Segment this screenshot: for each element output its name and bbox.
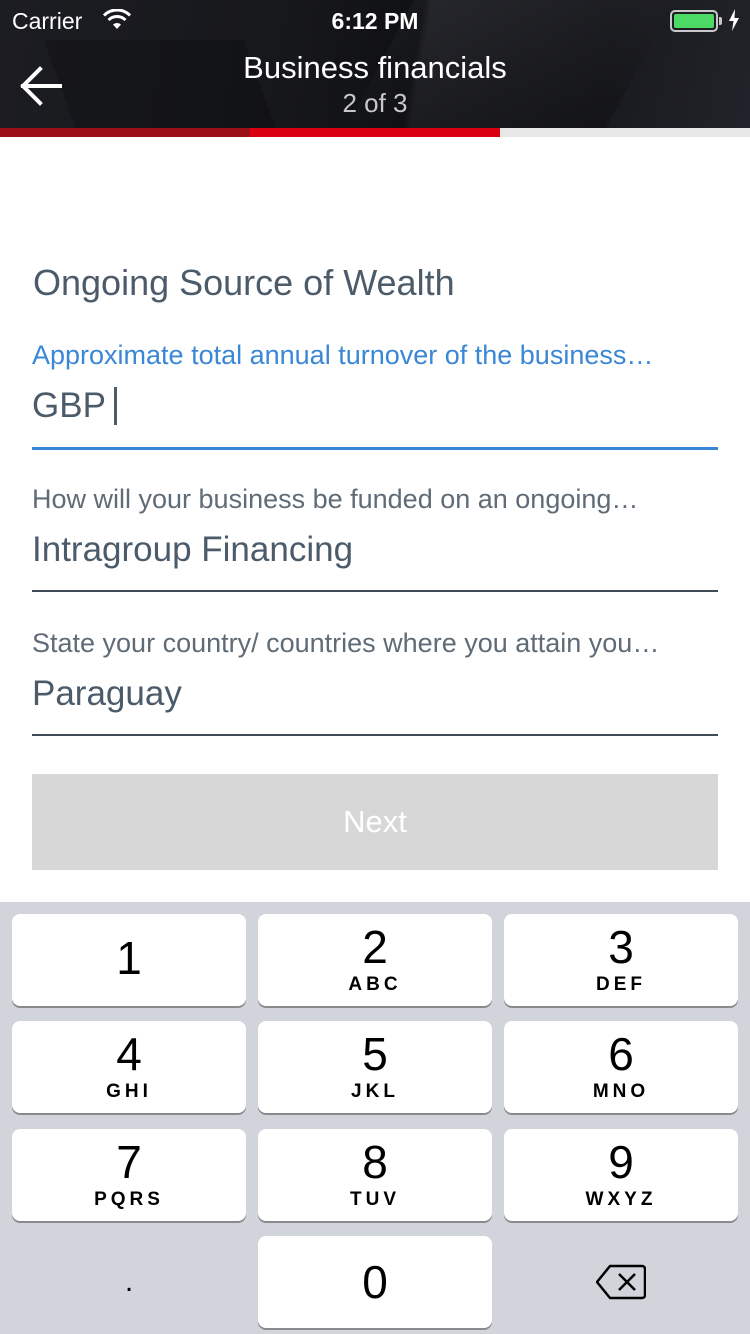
turnover-field[interactable]: Approximate total annual turnover of the… xyxy=(32,340,718,450)
key-letters: JKL xyxy=(351,1081,399,1102)
funding-input[interactable]: Intragroup Financing xyxy=(32,527,718,573)
key-digit: 8 xyxy=(362,1136,388,1188)
key-8[interactable]: 8 TUV xyxy=(258,1129,492,1221)
text-caret xyxy=(113,387,117,425)
key-digit: 3 xyxy=(608,921,634,973)
key-0[interactable]: 0 xyxy=(258,1236,492,1328)
next-button[interactable]: Next xyxy=(32,774,718,870)
key-digit: . xyxy=(124,1265,134,1298)
key-3[interactable]: 3 DEF xyxy=(504,914,738,1006)
turnover-label: Approximate total annual turnover of the… xyxy=(32,340,654,370)
battery-tip xyxy=(719,17,722,25)
field-underline xyxy=(32,734,718,736)
battery-icon xyxy=(670,10,718,32)
key-letters: TUV xyxy=(350,1189,400,1210)
turnover-value: GBP xyxy=(32,386,106,425)
key-2[interactable]: 2 ABC xyxy=(258,914,492,1006)
key-digit: 9 xyxy=(608,1136,634,1188)
key-5[interactable]: 5 JKL xyxy=(258,1021,492,1113)
step-progress-bar xyxy=(0,128,750,137)
countries-field[interactable]: State your country/ countries where you … xyxy=(32,628,718,736)
key-1[interactable]: 1 xyxy=(12,914,246,1006)
status-time: 6:12 PM xyxy=(331,8,419,34)
key-digit: 7 xyxy=(116,1136,142,1188)
turnover-input[interactable]: GBP xyxy=(32,383,718,429)
key-6[interactable]: 6 MNO xyxy=(504,1021,738,1113)
key-letters: PQRS xyxy=(94,1189,164,1210)
progress-current-segment xyxy=(250,128,500,137)
section-title: Ongoing Source of Wealth xyxy=(33,262,455,303)
key-digit: 1 xyxy=(116,932,142,984)
key-decimal-point[interactable]: . xyxy=(12,1236,246,1328)
countries-input[interactable]: Paraguay xyxy=(32,671,718,717)
key-digit: 0 xyxy=(362,1256,388,1308)
progress-completed-segment xyxy=(0,128,250,137)
key-letters: GHI xyxy=(106,1081,152,1102)
key-9[interactable]: 9 WXYZ xyxy=(504,1129,738,1221)
key-letters: ABC xyxy=(348,974,402,995)
numeric-keypad: 1 2 ABC 3 DEF 4 GHI 5 JKL 6 MNO 7 PQRS 8… xyxy=(0,902,750,1334)
key-digit: 2 xyxy=(362,921,388,973)
key-letters: MNO xyxy=(592,1081,650,1102)
funding-label: How will your business be funded on an o… xyxy=(32,484,639,514)
key-letters: DEF xyxy=(596,974,646,995)
status-bar: Carrier 6:12 PM xyxy=(0,0,750,40)
field-underline xyxy=(32,447,718,450)
app-header: Carrier 6:12 PM Business financials 2 of… xyxy=(0,0,750,128)
page-title: Business financials xyxy=(243,50,507,85)
delete-key[interactable] xyxy=(504,1236,738,1328)
key-4[interactable]: 4 GHI xyxy=(12,1021,246,1113)
key-letters: WXYZ xyxy=(585,1189,657,1210)
step-indicator: 2 of 3 xyxy=(342,88,408,118)
funding-field[interactable]: How will your business be funded on an o… xyxy=(32,484,718,592)
countries-label: State your country/ countries where you … xyxy=(32,628,660,658)
key-digit: 5 xyxy=(362,1028,388,1080)
field-underline xyxy=(32,590,718,592)
charging-icon xyxy=(728,9,740,36)
key-digit: 6 xyxy=(608,1028,634,1080)
backspace-icon xyxy=(596,1264,646,1300)
key-7[interactable]: 7 PQRS xyxy=(12,1129,246,1221)
key-digit: 4 xyxy=(116,1028,142,1080)
